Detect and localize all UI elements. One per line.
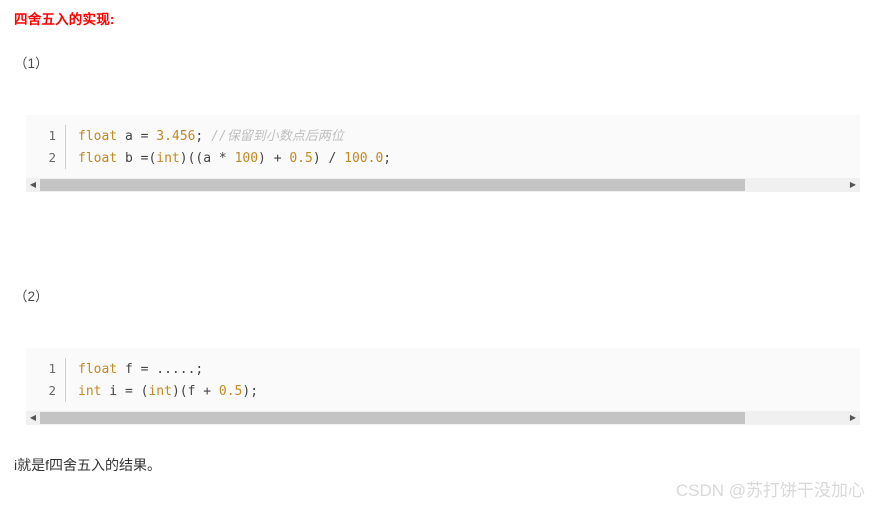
- code-line: 1 float a = 3.456; //保留到小数点后两位: [26, 125, 860, 147]
- code-token-identifier: f: [117, 362, 141, 377]
- code-token-punct: =(: [140, 151, 157, 166]
- scroll-right-arrow-icon[interactable]: ▶: [846, 178, 860, 192]
- code-token-keyword: int: [156, 151, 180, 166]
- code-block-1-body: 1 float a = 3.456; //保留到小数点后两位 2 float b…: [26, 115, 860, 178]
- csdn-watermark: CSDN @苏打饼干没加心: [675, 481, 865, 500]
- scrollbar-track[interactable]: [40, 178, 846, 192]
- code-line-content: int i = (int)(f + 0.5);: [66, 381, 258, 403]
- code-token-punct: ) +: [258, 151, 290, 166]
- code-token-keyword: float: [78, 129, 118, 144]
- code-line-content: float a = 3.456; //保留到小数点后两位: [66, 126, 344, 148]
- code-token-comment: //保留到小数点后两位: [211, 129, 344, 144]
- code-token-keyword: float: [78, 362, 118, 377]
- code-token-keyword: int: [148, 384, 172, 399]
- code-token-number: 0.5: [218, 384, 243, 399]
- code-token-number: 3.456: [156, 129, 196, 144]
- scrollbar-track[interactable]: [40, 411, 846, 425]
- scrollbar-thumb[interactable]: [40, 412, 746, 424]
- code-token-identifier: b: [117, 151, 141, 166]
- code-token-punct: )((a *: [179, 151, 235, 166]
- code-token-keyword: int: [78, 384, 102, 399]
- code-block-2: 1 float f = .....; 2 int i = (int)(f + 0…: [26, 348, 860, 425]
- code-token-punct: ;: [383, 151, 392, 166]
- line-number: 2: [48, 150, 56, 165]
- code-block-2-body: 1 float f = .....; 2 int i = (int)(f + 0…: [26, 348, 860, 411]
- code-token-punct: );: [242, 384, 259, 399]
- code-line: 2 float b =(int)((a * 100) + 0.5) / 100.…: [26, 147, 860, 169]
- line-number: 1: [48, 361, 56, 376]
- code-token-punct: = (: [124, 384, 149, 399]
- scroll-right-arrow-icon[interactable]: ▶: [846, 411, 860, 425]
- horizontal-scrollbar[interactable]: ◀ ▶: [26, 411, 860, 425]
- code-token-identifier: i: [101, 384, 125, 399]
- code-token-punct: = .....;: [140, 362, 204, 377]
- code-token-number: 100: [234, 151, 259, 166]
- code-token-identifier: a: [117, 129, 141, 144]
- scroll-left-arrow-icon[interactable]: ◀: [26, 411, 40, 425]
- code-token-punct: )(f +: [171, 384, 219, 399]
- code-token-punct: ) /: [312, 151, 345, 166]
- code-token-number: 0.5: [289, 151, 313, 166]
- code-line: 2 int i = (int)(f + 0.5);: [26, 380, 860, 402]
- page-title: 四舍五入的实现:: [14, 12, 115, 27]
- code-token-number: 100.0: [344, 151, 384, 166]
- section-marker-2: （2）: [14, 289, 49, 304]
- code-token-punct: ;: [195, 129, 212, 144]
- code-line-content: float b =(int)((a * 100) + 0.5) / 100.0;: [66, 148, 391, 170]
- code-line-content: float f = .....;: [66, 359, 203, 381]
- code-token-keyword: float: [78, 151, 118, 166]
- section-marker-1: （1）: [14, 56, 49, 71]
- code-line: 1 float f = .....;: [26, 358, 860, 380]
- code-block-1: 1 float a = 3.456; //保留到小数点后两位 2 float b…: [26, 115, 860, 192]
- scrollbar-thumb[interactable]: [40, 179, 746, 191]
- line-number: 1: [48, 128, 56, 143]
- document-page: 四舍五入的实现: （1） 1 float a = 3.456; //保留到小数点…: [0, 0, 881, 510]
- scroll-left-arrow-icon[interactable]: ◀: [26, 178, 40, 192]
- footer-paragraph: i就是f四舍五入的结果。: [14, 457, 161, 473]
- line-number: 2: [48, 383, 56, 398]
- horizontal-scrollbar[interactable]: ◀ ▶: [26, 178, 860, 192]
